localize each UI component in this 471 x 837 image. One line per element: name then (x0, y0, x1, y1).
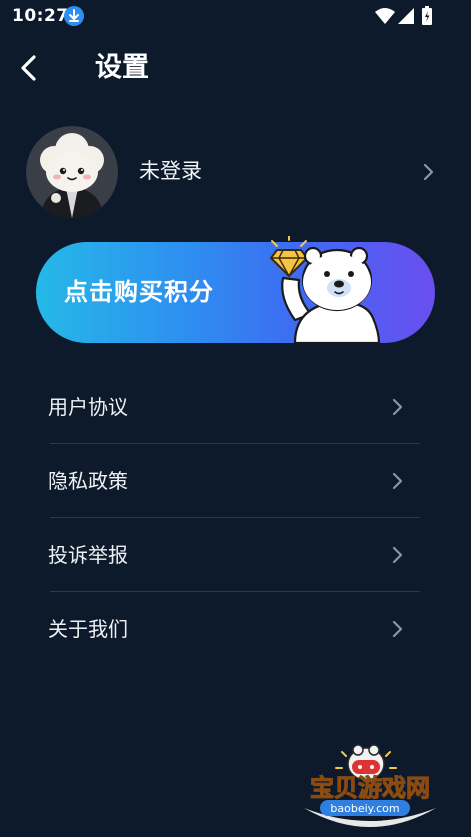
menu-item-privacy-policy[interactable]: 隐私政策 (0, 444, 471, 518)
signal-icon (398, 8, 414, 24)
login-status-label[interactable]: 未登录 (139, 156, 202, 186)
status-bar: 10:27 (0, 0, 471, 34)
settings-menu: 用户协议 隐私政策 投诉举报 关于我们 (0, 370, 471, 666)
buy-points-banner[interactable]: 点击购买积分 (36, 236, 435, 343)
wifi-icon (375, 8, 395, 24)
menu-item-user-agreement[interactable]: 用户协议 (0, 370, 471, 444)
avatar[interactable] (26, 126, 118, 218)
polar-bear-diamond-icon (270, 236, 381, 343)
menu-item-complaint-report[interactable]: 投诉举报 (0, 518, 471, 592)
status-icons (375, 6, 437, 25)
profile-row[interactable]: 未登录 (0, 122, 471, 222)
menu-item-label: 用户协议 (48, 395, 128, 419)
status-time: 10:27 (12, 6, 69, 26)
download-icon (64, 6, 84, 26)
menu-item-label: 隐私政策 (48, 469, 128, 493)
page-title: 设置 (95, 52, 149, 83)
menu-item-about-us[interactable]: 关于我们 (0, 592, 471, 666)
menu-item-label: 投诉举报 (48, 543, 128, 567)
battery-icon (422, 6, 432, 25)
chevron-right-icon (392, 472, 403, 490)
chevron-right-icon (423, 163, 434, 181)
chevron-right-icon (392, 620, 403, 638)
chevron-right-icon (392, 398, 403, 416)
chevron-right-icon (392, 546, 403, 564)
settings-screen: 10:27 设置 未登录 点击购买积分 用户协议 隐私政策 投诉举报 关于我们 … (0, 0, 471, 837)
menu-item-label: 关于我们 (48, 617, 128, 641)
buy-points-label: 点击购买积分 (64, 278, 214, 306)
watermark-logo: 宝贝游戏网 baobeiy.com (304, 744, 436, 827)
watermark-url: baobeiy.com (330, 802, 399, 815)
cloud-character-avatar-icon (26, 126, 118, 218)
chevron-left-icon[interactable] (14, 52, 46, 84)
watermark-title: 宝贝游戏网 (310, 774, 430, 802)
